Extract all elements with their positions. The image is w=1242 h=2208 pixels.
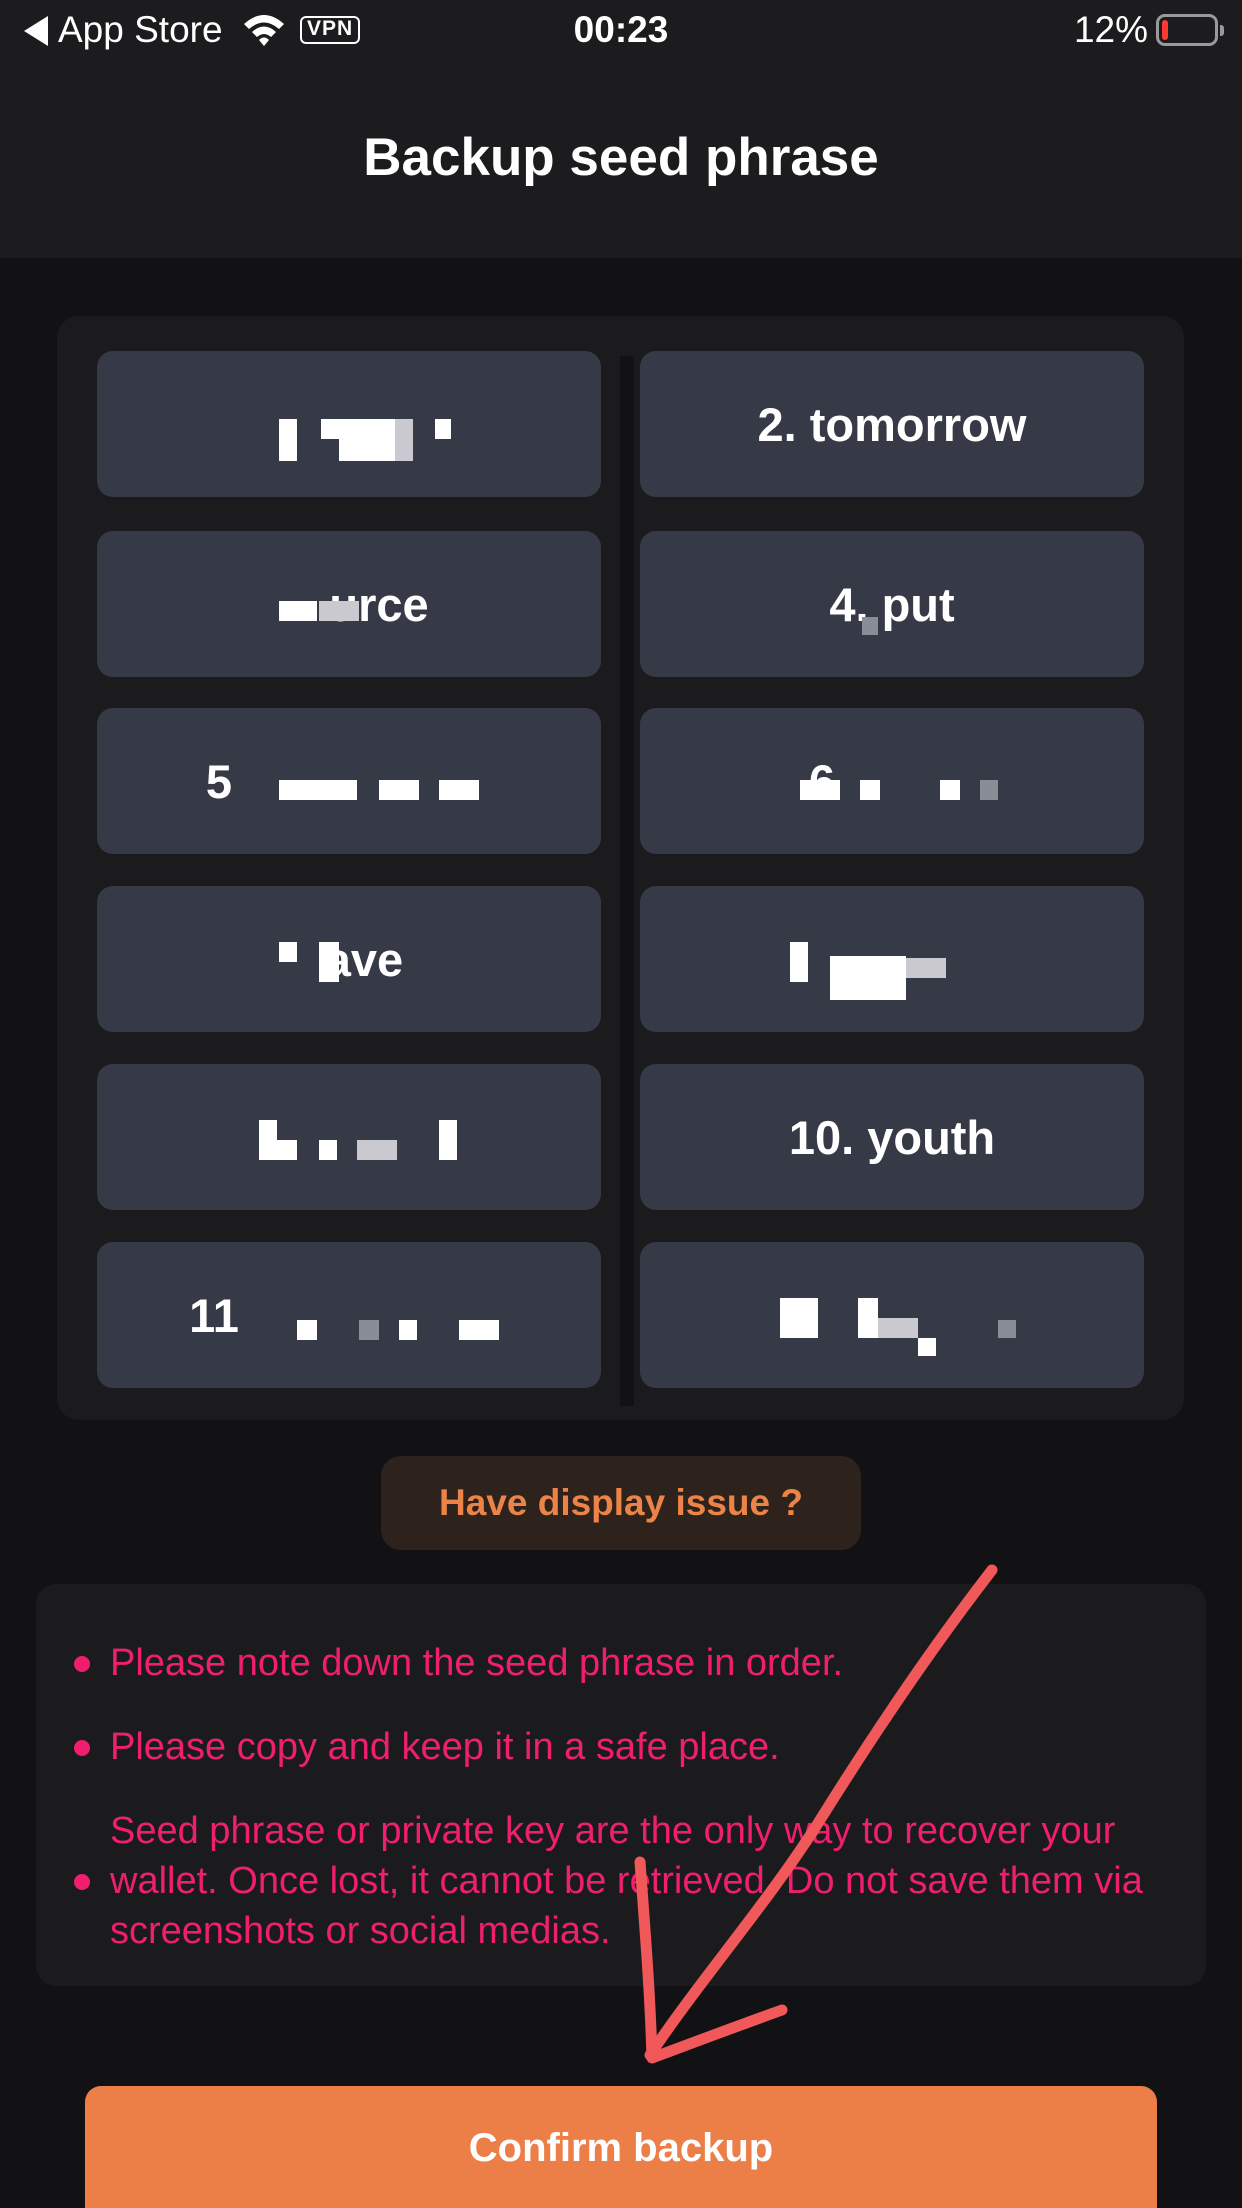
seed-word-text: 10. youth	[788, 1110, 996, 1164]
status-bar: App Store VPN 00:23 12%	[0, 0, 1242, 64]
warning-notes: Please note down the seed phrase in orde…	[36, 1584, 1206, 1986]
note-item: Please copy and keep it in a safe place.	[110, 1726, 780, 1768]
redaction-block	[357, 1140, 397, 1160]
seed-word-text: 11	[189, 1288, 239, 1342]
redaction-block	[998, 1320, 1016, 1338]
redaction-block	[395, 419, 413, 461]
redaction-block	[319, 601, 359, 621]
battery-icon	[1156, 14, 1224, 46]
redaction-block	[940, 780, 960, 800]
seed-word-text: 5	[205, 754, 233, 808]
confirm-backup-button[interactable]: Confirm backup	[85, 2086, 1157, 2208]
redaction-block	[439, 780, 479, 800]
redaction-block	[319, 1140, 337, 1160]
redaction-block	[980, 780, 998, 800]
column-divider	[620, 356, 634, 1406]
note-item: Seed phrase or private key are the only …	[110, 1810, 1143, 1952]
redaction-block	[279, 780, 357, 800]
redaction-block	[435, 419, 451, 439]
seed-word-5: 5	[97, 708, 601, 854]
header: Backup seed phrase	[0, 64, 1242, 258]
redaction-block	[906, 958, 946, 978]
seed-word-4: 4. put	[640, 531, 1144, 677]
seed-word-text: 4. put	[829, 577, 955, 631]
display-issue-button[interactable]: Have display issue ?	[381, 1456, 861, 1550]
page-title: Backup seed phrase	[363, 128, 879, 187]
seed-word-11: 11	[97, 1242, 601, 1388]
redaction-block	[321, 419, 339, 439]
redaction-block	[800, 780, 840, 800]
seed-word-9	[97, 1064, 601, 1210]
redaction-block	[790, 942, 808, 982]
clock: 00:23	[573, 9, 669, 50]
seed-word-3: urce	[97, 531, 601, 677]
note-item: Please note down the seed phrase in orde…	[110, 1642, 844, 1684]
redaction-block	[319, 942, 339, 982]
redaction-block	[862, 617, 878, 635]
redaction-block	[339, 419, 395, 461]
redaction-block	[279, 942, 297, 962]
redaction-block	[279, 601, 317, 621]
redaction-block	[279, 419, 297, 461]
bullet	[74, 1740, 90, 1756]
redaction-block	[858, 1298, 878, 1338]
seed-word-text: 2. tomorrow	[757, 397, 1027, 451]
battery-level	[1162, 20, 1168, 40]
redaction-block	[878, 1318, 918, 1338]
redaction-block	[379, 780, 419, 800]
redaction-block	[780, 1298, 818, 1338]
bullet	[74, 1874, 90, 1890]
battery-percent: 12%	[1073, 9, 1148, 50]
redaction-block	[297, 1320, 317, 1340]
redaction-block	[860, 780, 880, 800]
seed-word-6: 6	[640, 708, 1144, 854]
redaction-block	[277, 1140, 297, 1160]
seed-word-8	[640, 886, 1144, 1032]
redaction-block	[359, 1320, 379, 1340]
redaction-block	[459, 1320, 499, 1340]
seed-word-12	[640, 1242, 1144, 1388]
seed-word-1	[97, 351, 601, 497]
redaction-block	[830, 956, 906, 1000]
seed-word-10: 10. youth	[640, 1064, 1144, 1210]
bullet	[74, 1656, 90, 1672]
redaction-block	[259, 1120, 277, 1160]
redaction-block	[439, 1120, 457, 1160]
seed-word-2: 2. tomorrow	[640, 351, 1144, 497]
redaction-block	[399, 1320, 417, 1340]
seed-word-7: ave	[97, 886, 601, 1032]
redaction-block	[918, 1338, 936, 1356]
